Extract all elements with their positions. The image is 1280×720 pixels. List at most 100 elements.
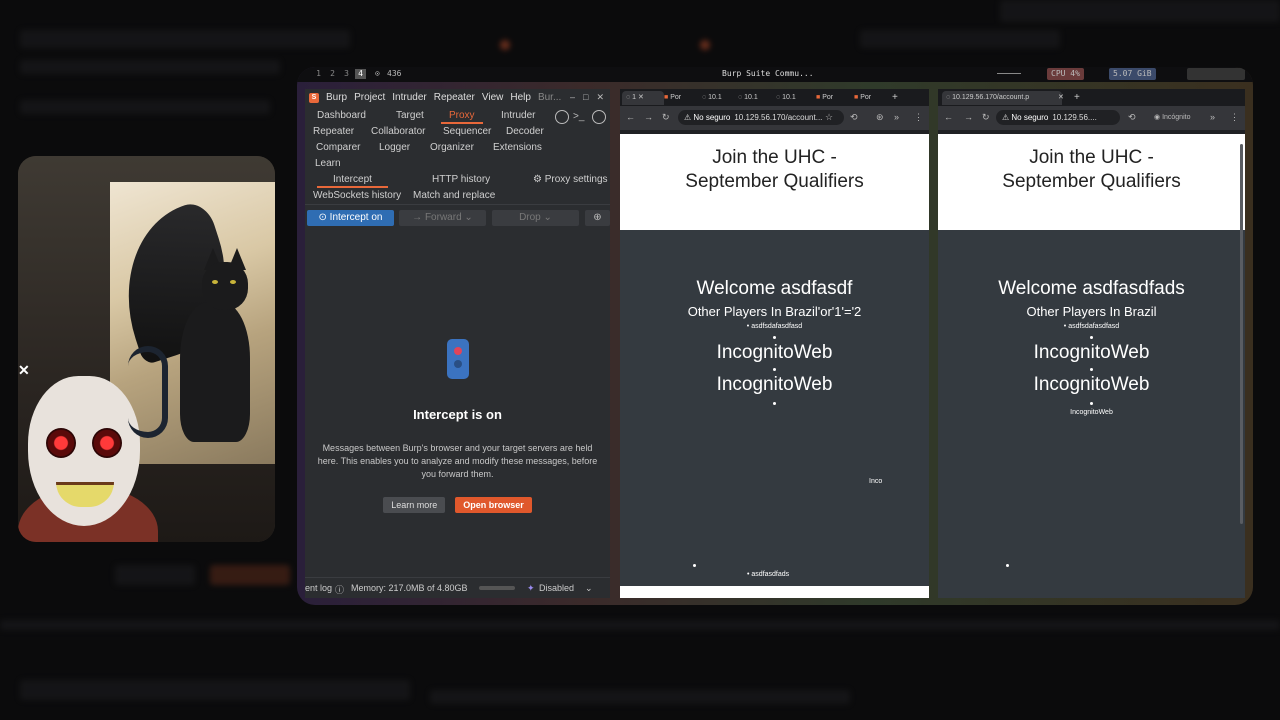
- open-browser-button[interactable]: Open browser: [455, 497, 532, 513]
- profile-icon[interactable]: ⊛: [876, 112, 884, 123]
- subtab-websockets-history[interactable]: WebSockets history: [313, 190, 401, 201]
- globe-icon[interactable]: [555, 110, 569, 124]
- browser-tab[interactable]: ■ Por: [660, 91, 698, 105]
- browser-tab[interactable]: ■ Por: [812, 91, 850, 105]
- tab-proxy[interactable]: Proxy: [441, 110, 482, 124]
- subtab-http-history[interactable]: HTTP history: [432, 174, 490, 185]
- reload-icon[interactable]: ↻: [662, 112, 670, 123]
- ai-status[interactable]: Disabled: [539, 583, 574, 593]
- tab-repeater[interactable]: Repeater: [313, 126, 354, 137]
- close-icon[interactable]: ✕: [596, 92, 604, 103]
- warning-icon: ⚠: [684, 113, 694, 122]
- tab-collaborator[interactable]: Collaborator: [371, 126, 425, 137]
- browser-1-page: Join the UHC - September Qualifiers Welc…: [620, 134, 929, 598]
- browser-tab[interactable]: ◌ 10.1: [772, 91, 810, 105]
- tab-logger[interactable]: Logger: [379, 142, 410, 153]
- workspace-4[interactable]: 4: [355, 69, 366, 79]
- gear-icon[interactable]: [592, 110, 606, 124]
- browser-tab[interactable]: ◌ 10.1: [698, 91, 736, 105]
- tab-label: Por: [822, 94, 834, 101]
- kebab-menu-icon[interactable]: ⋮: [914, 112, 923, 123]
- forward-icon[interactable]: →: [964, 112, 973, 122]
- address-bar[interactable]: ⚠ No seguro 10.129.56.170/account...: [678, 110, 844, 125]
- workspace-3[interactable]: 3: [341, 69, 352, 79]
- kebab-menu-icon[interactable]: ⋮: [1230, 112, 1239, 123]
- new-tab-button[interactable]: +: [888, 91, 910, 105]
- menu-repeater[interactable]: Repeater: [434, 92, 475, 103]
- forward-button[interactable]: → Forward ⌄: [399, 210, 486, 226]
- intercept-empty-state: Intercept is on Messages between Burp's …: [305, 339, 610, 513]
- subtab-match-replace[interactable]: Match and replace: [413, 190, 495, 201]
- not-secure-label: No seguro: [1011, 113, 1049, 122]
- reload-icon[interactable]: ↻: [982, 112, 990, 123]
- menu-help[interactable]: Help: [510, 92, 531, 103]
- maximize-icon[interactable]: □: [583, 92, 588, 103]
- tab-learn[interactable]: Learn: [315, 158, 341, 169]
- browser-tab[interactable]: ◌ 10.129.56.170/account.p: [942, 91, 1062, 105]
- chevron-down-icon[interactable]: ⌄: [585, 583, 593, 594]
- event-log-label[interactable]: ent log: [305, 583, 332, 593]
- warning-icon: ⚠: [1002, 113, 1012, 122]
- tab-target[interactable]: Target: [396, 110, 424, 121]
- globe-icon[interactable]: ⊕: [585, 210, 610, 226]
- bookmark-star-icon[interactable]: ☆: [825, 112, 833, 123]
- address-bar[interactable]: ⚠ No seguro 10.129.56....: [996, 110, 1120, 125]
- browser-tab[interactable]: ■ Por: [850, 91, 888, 105]
- menu-burp[interactable]: Burp: [326, 92, 347, 103]
- menu-view[interactable]: View: [482, 92, 504, 103]
- back-icon[interactable]: ←: [626, 112, 635, 122]
- subtab-intercept[interactable]: Intercept: [317, 174, 388, 188]
- terminal-icon[interactable]: >_: [572, 110, 586, 124]
- tab-organizer[interactable]: Organizer: [430, 142, 474, 153]
- browser-2-tabstrip: ◌ 10.129.56.170/account.p ✕ +: [938, 89, 1245, 106]
- intercept-toggle-button[interactable]: ⊙ Intercept on: [307, 210, 394, 226]
- list-bullet: [1090, 368, 1093, 371]
- chevron-down-icon: ⌄: [540, 212, 552, 223]
- proxy-settings-button[interactable]: ⚙ Proxy settings: [533, 174, 608, 185]
- incognito-badge[interactable]: ◉ Incógnito: [1154, 113, 1190, 121]
- tab-decoder[interactable]: Decoder: [506, 126, 544, 137]
- list-item: IncognitoWeb: [1070, 409, 1113, 416]
- drop-button[interactable]: Drop ⌄: [492, 210, 579, 226]
- extensions-icon[interactable]: ⟲: [850, 112, 858, 123]
- more-tabs-icon[interactable]: »: [1210, 112, 1215, 122]
- traffic-light-icon: [446, 339, 469, 379]
- arrow-right-icon: →: [412, 212, 425, 223]
- page-hero: Join the UHC - September Qualifiers: [938, 134, 1245, 230]
- new-tab-button[interactable]: +: [1070, 91, 1092, 105]
- forward-icon[interactable]: →: [644, 112, 653, 122]
- tab-extensions[interactable]: Extensions: [493, 142, 542, 153]
- tab-sequencer[interactable]: Sequencer: [443, 126, 491, 137]
- menu-intruder[interactable]: Intruder: [392, 92, 426, 103]
- hero-title-line1: Join the UHC -: [1029, 147, 1154, 168]
- minimize-icon[interactable]: –: [570, 92, 575, 103]
- webcam-overlay: ✕: [18, 156, 275, 542]
- memory-usage: Memory: 217.0MB of 4.80GB: [351, 583, 468, 593]
- tab-comparer[interactable]: Comparer: [316, 142, 360, 153]
- hero-title-line2: September Qualifiers: [1002, 171, 1181, 192]
- welcome-heading: Welcome asdfasdf: [696, 278, 853, 299]
- more-tabs-icon[interactable]: »: [894, 112, 899, 122]
- learn-more-button[interactable]: Learn more: [383, 497, 446, 513]
- player-name: asdfasdfads: [751, 571, 790, 578]
- list-item-big: IncognitoWeb: [716, 374, 833, 395]
- welcome-heading: Welcome asdfasdfads: [998, 278, 1185, 299]
- browser-1-toolbar: ← → ↻ ⚠ No seguro 10.129.56.170/account..…: [620, 106, 929, 130]
- players-heading: Other Players In Brazil'or'1'='2: [687, 304, 862, 319]
- tab-intruder[interactable]: Intruder: [501, 110, 535, 121]
- browser-1-tabstrip: ◌ 1 ✕ ■ Por ◌ 10.1 ◌ 10.1 ◌ 10.1 ■ Por ■…: [620, 89, 929, 106]
- scrollbar[interactable]: [1240, 144, 1243, 524]
- browser-tab[interactable]: ◌ 1 ✕: [622, 91, 664, 105]
- extensions-icon[interactable]: ⟲: [1128, 112, 1136, 123]
- back-icon[interactable]: ←: [944, 112, 953, 122]
- system-topbar: 1 2 3 4 ⊙ 436 Burp Suite Commu... CPU 4%…: [297, 67, 1253, 82]
- tab-dashboard[interactable]: Dashboard: [317, 110, 366, 121]
- burp-suite-window: S Burp Project Intruder Repeater View He…: [305, 89, 610, 598]
- workspace-2[interactable]: 2: [327, 69, 338, 79]
- workspace-1[interactable]: 1: [313, 69, 324, 79]
- intercept-toggle-label: Intercept on: [329, 212, 383, 223]
- chevron-down-icon: ⌄: [461, 212, 473, 223]
- browser-tab[interactable]: ◌ 10.1: [734, 91, 772, 105]
- menu-project[interactable]: Project: [354, 92, 385, 103]
- menu-burp-more[interactable]: Bur...: [538, 92, 561, 103]
